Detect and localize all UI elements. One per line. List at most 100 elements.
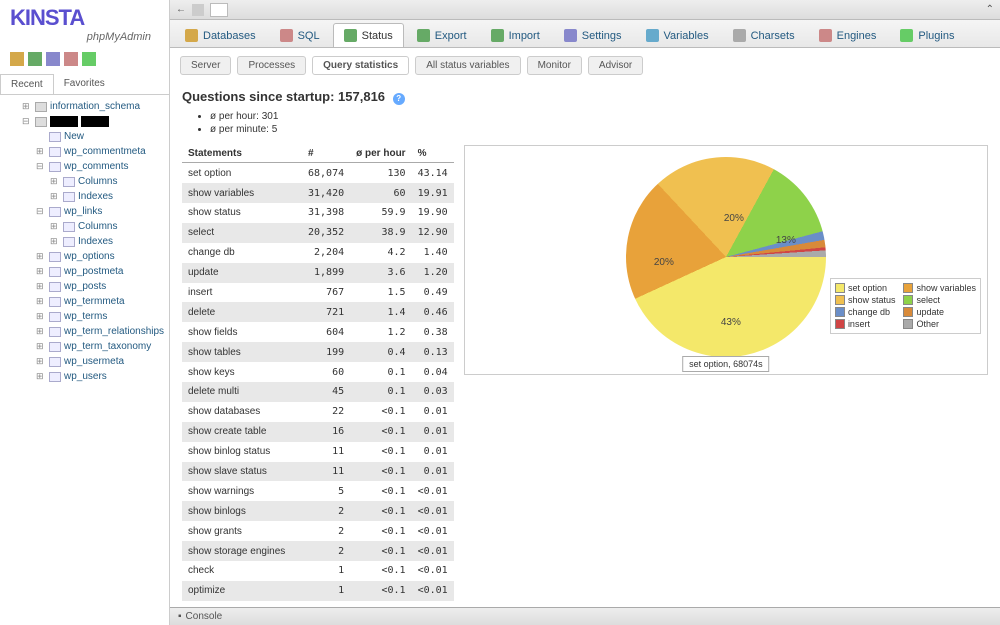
tree-item[interactable]: ⊞wp_term_relationships bbox=[4, 324, 165, 339]
console-bar[interactable]: ▪ Console bbox=[170, 607, 1000, 625]
stmt-value: 1.2 bbox=[350, 322, 411, 342]
expand-icon[interactable]: ⊟ bbox=[22, 116, 32, 127]
subtab-processes[interactable]: Processes bbox=[237, 56, 306, 75]
expand-icon[interactable]: ⊞ bbox=[36, 146, 46, 157]
tab-favorites[interactable]: Favorites bbox=[54, 74, 115, 94]
legend-item: change db bbox=[835, 307, 896, 317]
expand-icon[interactable]: ⊞ bbox=[50, 221, 60, 232]
tab-recent[interactable]: Recent bbox=[0, 74, 54, 94]
stmt-value: 11 bbox=[302, 462, 350, 482]
server-crumb-icon[interactable] bbox=[192, 4, 204, 16]
tree-item[interactable]: ⊞Columns bbox=[4, 219, 165, 234]
expand-icon[interactable]: ⊟ bbox=[36, 161, 46, 172]
tree-item[interactable]: ⊟ bbox=[4, 114, 165, 129]
legend-swatch bbox=[903, 319, 913, 329]
home-icon[interactable] bbox=[10, 52, 24, 66]
tree-item[interactable]: ⊞wp_commentmeta bbox=[4, 144, 165, 159]
subtab-advisor[interactable]: Advisor bbox=[588, 56, 643, 75]
subtab-server[interactable]: Server bbox=[180, 56, 231, 75]
tree-item[interactable]: ⊞ wp_users bbox=[4, 369, 165, 384]
col-header[interactable]: # bbox=[302, 145, 350, 163]
nav-settings-icon[interactable] bbox=[64, 52, 78, 66]
stmt-value: 60 bbox=[350, 183, 411, 203]
tbl-icon bbox=[49, 282, 61, 292]
tree-item[interactable]: ⊞information_schema bbox=[4, 99, 165, 114]
tree-item[interactable]: ⊞Columns bbox=[4, 174, 165, 189]
help-icon[interactable]: ? bbox=[393, 93, 405, 105]
tab-export[interactable]: Export bbox=[406, 23, 478, 47]
tree-item[interactable]: New bbox=[4, 129, 165, 144]
expand-icon[interactable]: ⊞ bbox=[36, 326, 46, 337]
expand-icon[interactable]: ⊞ bbox=[36, 356, 46, 367]
expand-icon[interactable]: ⊞ bbox=[36, 341, 46, 352]
logout-icon[interactable] bbox=[28, 52, 42, 66]
expand-icon[interactable]: ⊞ bbox=[36, 371, 46, 382]
stmt-value: 19.91 bbox=[412, 183, 454, 203]
stmt-value: 2,204 bbox=[302, 243, 350, 263]
tree-item[interactable]: ⊞wp_term_taxonomy bbox=[4, 339, 165, 354]
idx-icon bbox=[63, 192, 75, 202]
stmt-value: <0.01 bbox=[412, 521, 454, 541]
tab-icon bbox=[646, 29, 659, 42]
stmt-value: 0.1 bbox=[350, 362, 411, 382]
stmt-value: 12.90 bbox=[412, 223, 454, 243]
tree-item[interactable]: ⊟wp_links bbox=[4, 204, 165, 219]
tree-item[interactable]: ⊞wp_posts bbox=[4, 279, 165, 294]
col-header[interactable]: ø per hour bbox=[350, 145, 411, 163]
table-row: check1<0.1<0.01 bbox=[182, 561, 454, 581]
docs-icon[interactable] bbox=[46, 52, 60, 66]
stmt-value: 0.1 bbox=[350, 382, 411, 402]
stmt-value: 1.5 bbox=[350, 283, 411, 303]
stat-per-minute: ø per minute: 5 bbox=[210, 124, 988, 135]
tree-item[interactable]: ⊞Indexes bbox=[4, 234, 165, 249]
legend-item: set option bbox=[835, 283, 896, 293]
tab-plugins[interactable]: Plugins bbox=[889, 23, 965, 47]
stmt-value: 31,398 bbox=[302, 203, 350, 223]
stmt-name: check bbox=[182, 561, 302, 581]
expand-icon[interactable]: ⊞ bbox=[50, 176, 60, 187]
collapse-icon[interactable]: ⌃ bbox=[986, 4, 994, 15]
tree-item[interactable]: ⊞wp_terms bbox=[4, 309, 165, 324]
expand-icon[interactable]: ⊞ bbox=[36, 266, 46, 277]
expand-icon[interactable]: ⊞ bbox=[36, 296, 46, 307]
tree-item[interactable]: ⊞Indexes bbox=[4, 189, 165, 204]
expand-icon[interactable]: ⊟ bbox=[36, 206, 46, 217]
legend-item: Other bbox=[903, 319, 976, 329]
tree-item[interactable]: ⊞wp_termmeta bbox=[4, 294, 165, 309]
expand-icon[interactable]: ⊞ bbox=[50, 191, 60, 202]
tab-databases[interactable]: Databases bbox=[174, 23, 267, 47]
tab-charsets[interactable]: Charsets bbox=[722, 23, 806, 47]
tree-item[interactable]: ⊞wp_postmeta bbox=[4, 264, 165, 279]
tree-item[interactable]: ⊟wp_comments bbox=[4, 159, 165, 174]
chart-tooltip: set option, 68074s bbox=[682, 356, 770, 372]
tab-variables[interactable]: Variables bbox=[635, 23, 720, 47]
reload-icon[interactable] bbox=[82, 52, 96, 66]
sub-stats: ø per hour: 301 ø per minute: 5 bbox=[182, 111, 988, 137]
expand-icon[interactable]: ⊞ bbox=[36, 251, 46, 262]
expand-icon[interactable]: ⊞ bbox=[36, 311, 46, 322]
col-header[interactable]: % bbox=[412, 145, 454, 163]
tree-label: New bbox=[64, 131, 84, 142]
tab-settings[interactable]: Settings bbox=[553, 23, 633, 47]
stmt-value: 721 bbox=[302, 302, 350, 322]
subtab-all-status-variables[interactable]: All status variables bbox=[415, 56, 520, 75]
tab-label: Variables bbox=[664, 30, 709, 42]
tab-import[interactable]: Import bbox=[480, 23, 551, 47]
tree-item[interactable]: ⊞wp_usermeta bbox=[4, 354, 165, 369]
table-row: update1,8993.61.20 bbox=[182, 263, 454, 283]
expand-icon[interactable]: ⊞ bbox=[22, 101, 32, 112]
tab-status[interactable]: Status bbox=[333, 23, 404, 47]
tab-engines[interactable]: Engines bbox=[808, 23, 888, 47]
breadcrumb-segment[interactable] bbox=[210, 3, 228, 17]
tree-item[interactable]: ⊞wp_options bbox=[4, 249, 165, 264]
stmt-value: 2 bbox=[302, 541, 350, 561]
stmt-name: show status bbox=[182, 203, 302, 223]
tab-sql[interactable]: SQL bbox=[269, 23, 331, 47]
expand-icon[interactable]: ⊞ bbox=[50, 236, 60, 247]
expand-icon[interactable]: ⊞ bbox=[36, 281, 46, 292]
col-header[interactable]: Statements bbox=[182, 145, 302, 163]
stmt-value: 1.4 bbox=[350, 302, 411, 322]
subtab-query-statistics[interactable]: Query statistics bbox=[312, 56, 409, 75]
tree-label: wp_users bbox=[64, 371, 107, 382]
subtab-monitor[interactable]: Monitor bbox=[527, 56, 582, 75]
